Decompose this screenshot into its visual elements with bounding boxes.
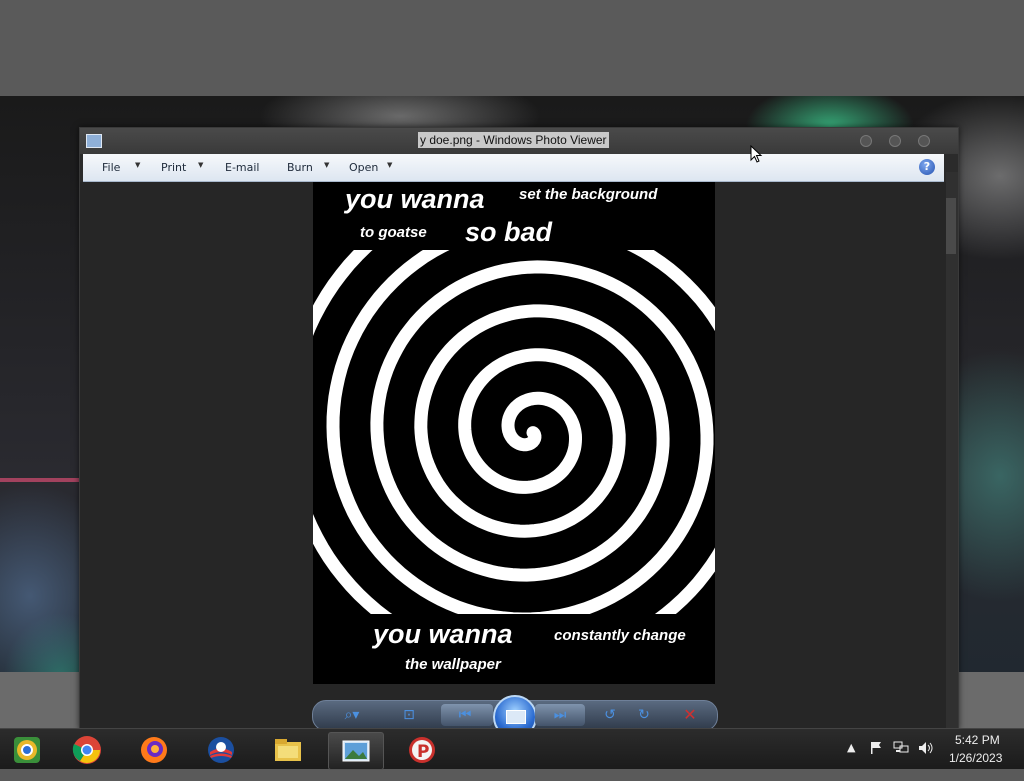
chrome-canary-icon	[14, 737, 40, 763]
photo-viewer-app-icon[interactable]	[86, 134, 102, 148]
menu-file[interactable]: File	[102, 161, 120, 174]
chevron-down-icon[interactable]: ▼	[198, 161, 203, 169]
desktop-strip-left	[0, 672, 80, 728]
show-hidden-icons-icon[interactable]: ▲	[847, 741, 855, 781]
caption-bottom-right: constantly change	[554, 627, 686, 644]
taskbar-app-photo-viewer[interactable]	[328, 732, 384, 770]
obama-logo-icon	[208, 737, 234, 763]
caption-mid-right: so bad	[465, 217, 553, 247]
zoom-icon[interactable]: ⌕▾	[341, 705, 363, 725]
rotate-clockwise-icon[interactable]: ↻	[633, 705, 655, 725]
photo-viewer-window: y doe.png - Windows Photo Viewer File ▼ …	[79, 127, 959, 739]
svg-text:P: P	[417, 742, 429, 762]
menu-print[interactable]: Print	[161, 161, 186, 174]
rotate-counterclockwise-icon[interactable]: ↺	[599, 705, 621, 725]
delete-icon[interactable]: ✕	[679, 705, 701, 725]
command-bar: File ▼ Print ▼ E-mail Burn ▼ Open ▼ ?	[83, 154, 944, 182]
clock-time[interactable]: 5:42 PM	[955, 733, 1000, 747]
caption-top-left: you wanna	[345, 184, 485, 214]
cursor-arrow-icon	[750, 144, 763, 163]
photo-viewer-icon	[342, 740, 370, 762]
displayed-image: you wanna set the background to goatse s…	[313, 182, 715, 684]
caption-top-right: set the background	[519, 186, 658, 203]
actual-size-icon[interactable]: ⊡	[398, 705, 420, 725]
firefox-icon	[141, 737, 167, 763]
maximize-button[interactable]	[889, 135, 901, 147]
taskbar-app-obama[interactable]	[194, 732, 248, 768]
chrome-icon	[72, 736, 101, 764]
action-center-flag-icon[interactable]	[869, 741, 883, 755]
scrollbar-thumb[interactable]	[946, 198, 956, 254]
clock-date[interactable]: 1/26/2023	[949, 751, 1002, 765]
vertical-scrollbar[interactable]	[946, 172, 958, 729]
help-icon[interactable]: ?	[919, 159, 935, 175]
window-title: y doe.png - Windows Photo Viewer	[418, 132, 609, 148]
slideshow-icon	[506, 710, 526, 724]
taskbar-app-p[interactable]: P	[395, 732, 449, 768]
next-icon[interactable]: ⏭	[549, 705, 571, 725]
title-bar[interactable]: y doe.png - Windows Photo Viewer	[80, 128, 958, 154]
menu-burn[interactable]: Burn	[287, 161, 313, 174]
menu-open[interactable]: Open	[349, 161, 378, 174]
spiral-svg	[313, 250, 715, 614]
chevron-down-icon[interactable]: ▼	[324, 161, 329, 169]
caption-mid-left: to goatse	[360, 224, 427, 241]
close-button[interactable]	[918, 135, 930, 147]
minimize-button[interactable]	[860, 135, 872, 147]
taskbar-app-chrome-canary[interactable]	[0, 732, 54, 768]
p-app-icon: P	[409, 737, 435, 763]
menu-email[interactable]: E-mail	[225, 161, 260, 174]
taskbar-app-firefox[interactable]	[127, 732, 181, 768]
taskbar-app-chrome[interactable]	[60, 732, 114, 768]
caption-bottom-left: you wanna	[373, 619, 513, 649]
file-explorer-icon	[275, 739, 301, 761]
volume-icon[interactable]	[918, 741, 934, 755]
chevron-down-icon[interactable]: ▼	[135, 161, 140, 169]
spiral-graphic	[313, 250, 715, 614]
network-icon[interactable]	[893, 741, 909, 755]
previous-icon[interactable]: ⏮	[454, 705, 476, 725]
viewer-controls: ⌕▾ ⊡ ⏮ ⏭ ↺ ↻ ✕	[312, 695, 718, 739]
caption-bottom-last: the wallpaper	[405, 656, 501, 673]
taskbar-app-explorer[interactable]	[261, 732, 315, 768]
chevron-down-icon[interactable]: ▼	[387, 161, 392, 169]
desktop-strip-right	[957, 672, 1024, 728]
wallpaper-streak	[0, 478, 80, 482]
taskbar: P ▲ 5:42 PM 1/26/2023	[0, 728, 1024, 770]
